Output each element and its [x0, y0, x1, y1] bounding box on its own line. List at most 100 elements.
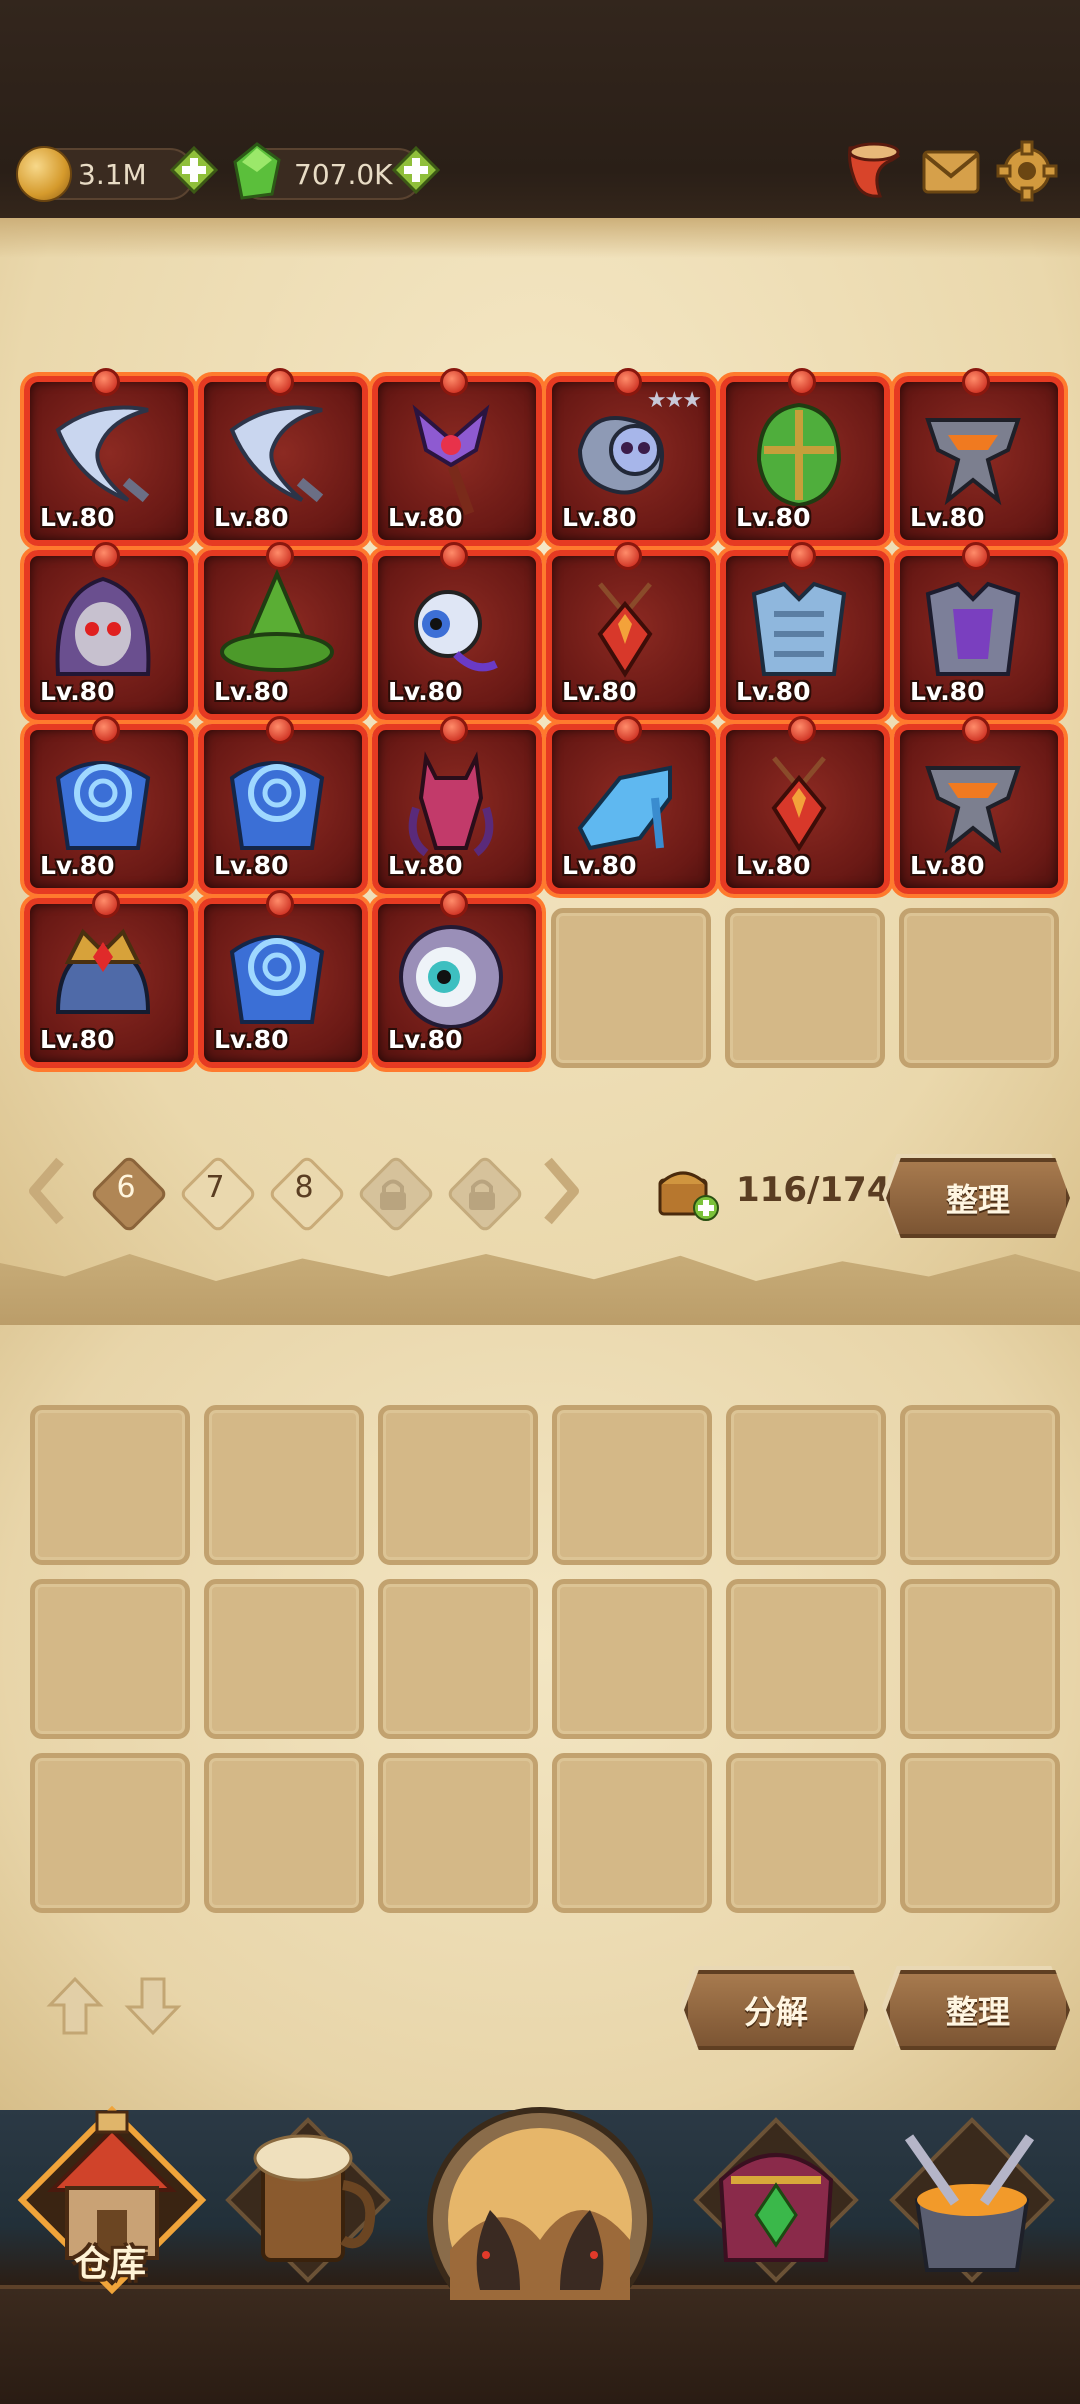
item-slot[interactable]: Lv.80 — [372, 890, 542, 1068]
item-slot[interactable]: Lv.80 — [372, 542, 542, 720]
item-level: Lv.80 — [562, 503, 637, 532]
empty-slot[interactable] — [30, 1579, 190, 1739]
empty-slot[interactable] — [726, 1579, 886, 1739]
item-slot[interactable]: Lv.80 — [894, 542, 1064, 720]
gold-coin-icon — [16, 146, 72, 202]
top-bar — [0, 0, 1080, 245]
item-slot[interactable]: Lv.80 — [372, 716, 542, 894]
item-level: Lv.80 — [40, 503, 115, 532]
item-slot[interactable]: Lv.80 — [198, 368, 368, 546]
flame-mask-icon — [925, 766, 1021, 854]
empty-slot[interactable] — [726, 1753, 886, 1913]
item-level: Lv.80 — [910, 851, 985, 880]
flame-mask-icon — [925, 418, 1021, 506]
red-pendant-icon — [771, 756, 827, 852]
purple-helm-staff-icon — [412, 404, 490, 516]
demon-figure-icon — [408, 751, 494, 857]
horn-icon[interactable] — [840, 138, 906, 204]
empty-slot[interactable] — [552, 1579, 712, 1739]
empty-slot[interactable] — [725, 908, 885, 1068]
item-level: Lv.80 — [388, 503, 463, 532]
item-slot[interactable]: Lv.80 — [24, 890, 194, 1068]
skull-shoulder-icon — [577, 416, 664, 495]
green-gem-icon — [233, 142, 281, 200]
swirl-gauntlet-icon — [55, 761, 151, 850]
nav-adventure-button[interactable] — [420, 2090, 660, 2300]
item-slot[interactable]: Lv.80 — [894, 368, 1064, 546]
add-gems-button[interactable] — [392, 146, 440, 194]
item-level: Lv.80 — [214, 503, 289, 532]
item-level: Lv.80 — [736, 677, 811, 706]
item-level: Lv.80 — [40, 851, 115, 880]
empty-slot[interactable] — [900, 1579, 1060, 1739]
item-slot[interactable]: Lv.80 — [198, 716, 368, 894]
item-slot[interactable]: Lv.80 — [198, 542, 368, 720]
curved-blade-icon — [55, 405, 150, 503]
scroll-down-icon[interactable] — [122, 1975, 184, 2037]
item-level: Lv.80 — [562, 851, 637, 880]
green-shell-armor-icon — [756, 402, 842, 508]
item-level: Lv.80 — [910, 503, 985, 532]
sort-secondary-button[interactable]: 整理 — [886, 1970, 1070, 2050]
empty-slot[interactable] — [378, 1405, 538, 1565]
empty-slot[interactable] — [551, 908, 711, 1068]
item-slot[interactable]: Lv.80 — [372, 368, 542, 546]
item-slot[interactable]: Lv.80 — [24, 716, 194, 894]
item-slot[interactable]: Lv.80 — [720, 368, 890, 546]
empty-slot[interactable] — [552, 1753, 712, 1913]
gem-amount: 707.0K — [294, 158, 393, 191]
item-slot[interactable]: Lv.80 — [24, 368, 194, 546]
item-level: Lv.80 — [736, 503, 811, 532]
nav-treasure-button[interactable] — [676, 2090, 876, 2300]
add-gold-button[interactable] — [170, 146, 218, 194]
scroll-up-icon[interactable] — [44, 1975, 106, 2037]
next-page-button[interactable] — [538, 1155, 582, 1227]
empty-slot[interactable] — [900, 1753, 1060, 1913]
decompose-button[interactable]: 分解 — [684, 1970, 868, 2050]
item-slot[interactable]: Lv.80 — [24, 542, 194, 720]
empty-slot[interactable] — [378, 1753, 538, 1913]
item-slot[interactable]: Lv.80 — [546, 542, 716, 720]
expand-storage-icon[interactable] — [656, 1162, 722, 1222]
empty-slot[interactable] — [726, 1405, 886, 1565]
item-level: Lv.80 — [40, 677, 115, 706]
empty-slot[interactable] — [204, 1753, 364, 1913]
capacity-counter: 116/174 — [736, 1170, 891, 1210]
item-level: Lv.80 — [40, 1025, 115, 1054]
prev-page-button[interactable] — [26, 1155, 70, 1227]
item-slot[interactable]: ★★★ Lv.80 — [546, 368, 716, 546]
gear-icon[interactable] — [994, 138, 1060, 204]
mail-icon[interactable] — [918, 138, 984, 204]
item-level: Lv.80 — [562, 677, 637, 706]
item-level: Lv.80 — [388, 677, 463, 706]
crowned-helm-icon — [55, 928, 151, 1014]
empty-slot[interactable] — [899, 908, 1059, 1068]
swirl-gauntlet-icon — [229, 935, 325, 1024]
empty-slot[interactable] — [378, 1579, 538, 1739]
empty-slot[interactable] — [204, 1579, 364, 1739]
item-slot[interactable]: Lv.80 — [198, 890, 368, 1068]
item-slot[interactable]: Lv.80 — [720, 542, 890, 720]
item-level: Lv.80 — [388, 851, 463, 880]
page-7-label: 7 — [205, 1170, 225, 1205]
empty-slot[interactable] — [552, 1405, 712, 1565]
swirl-gauntlet-icon — [229, 761, 325, 850]
item-slot[interactable]: Lv.80 — [894, 716, 1064, 894]
nav-strip — [0, 2285, 1080, 2404]
empty-slot[interactable] — [30, 1405, 190, 1565]
item-slot[interactable]: Lv.80 — [720, 716, 890, 894]
empty-slot[interactable] — [900, 1405, 1060, 1565]
sort-inventory-button[interactable]: 整理 — [886, 1158, 1070, 1238]
nav-tavern-button[interactable] — [208, 2090, 408, 2300]
empty-slot[interactable] — [204, 1405, 364, 1565]
empty-slot[interactable] — [30, 1753, 190, 1913]
wizard-hat-icon — [220, 568, 334, 672]
item-level: Lv.80 — [214, 1025, 289, 1054]
blue-chest-armor-icon — [751, 581, 847, 676]
lock-icon — [380, 1179, 406, 1210]
item-level: Lv.80 — [214, 677, 289, 706]
nav-warehouse-label: 仓库 — [73, 2244, 146, 2285]
item-slot[interactable]: Lv.80 — [546, 716, 716, 894]
curved-blade-icon — [229, 405, 324, 503]
nav-forge-button[interactable] — [872, 2090, 1072, 2300]
